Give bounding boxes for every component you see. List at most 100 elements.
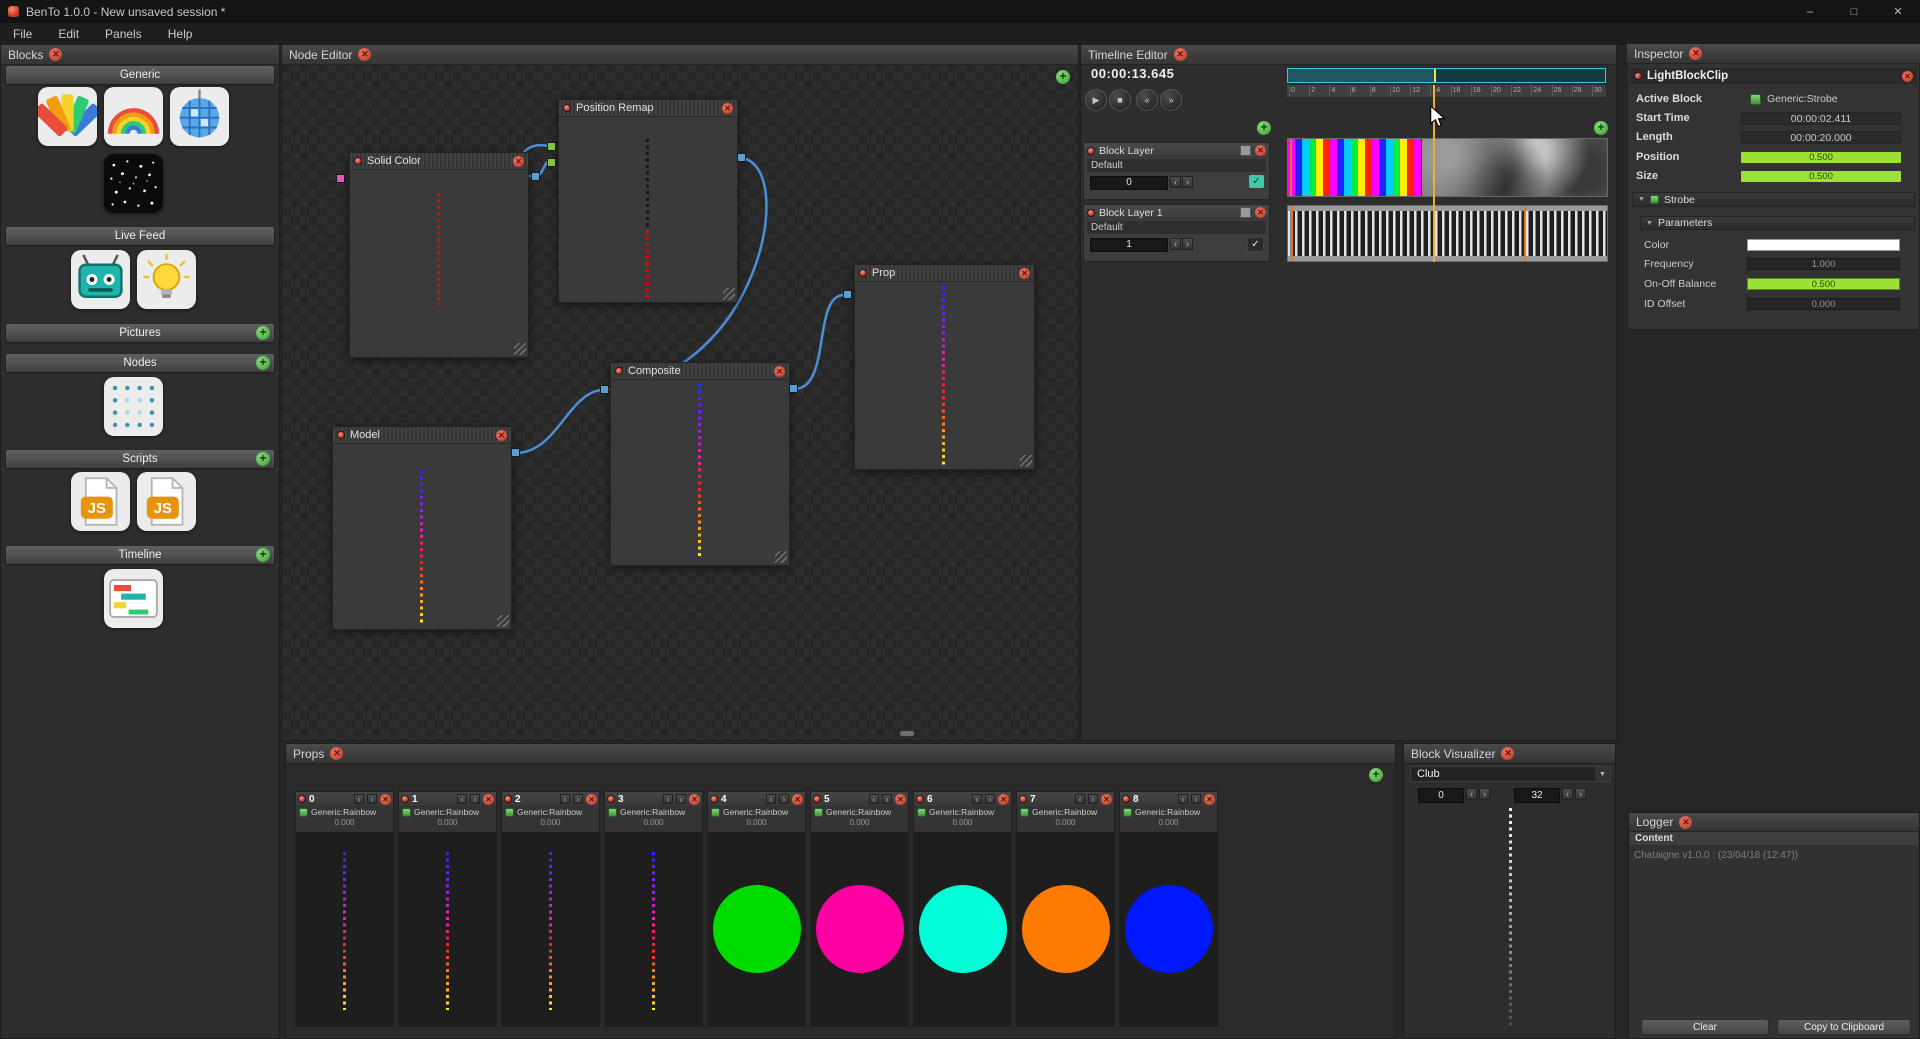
- prop-value[interactable]: 0.000: [605, 818, 702, 828]
- close-icon[interactable]: ✕: [330, 747, 344, 760]
- add-node-to-editor-button[interactable]: +: [1056, 70, 1070, 84]
- block-icon-script-2[interactable]: JS: [137, 472, 196, 531]
- layer-active-checkbox[interactable]: ✓: [1247, 237, 1264, 252]
- wire[interactable]: [515, 388, 602, 455]
- prop-header[interactable]: 8 ‹ › ✕: [1120, 792, 1217, 806]
- track-block-layer[interactable]: [1287, 138, 1608, 197]
- close-icon[interactable]: ✕: [1679, 815, 1693, 829]
- prop-card[interactable]: 8 ‹ › ✕ Generic:Rainbow 0.000: [1119, 791, 1218, 1027]
- noise-clip[interactable]: [1421, 139, 1607, 196]
- add-script-button[interactable]: +: [256, 452, 270, 466]
- prop-next-button[interactable]: ›: [573, 794, 583, 804]
- clip-marker[interactable]: [1291, 206, 1293, 261]
- prop-next-button[interactable]: ›: [367, 794, 377, 804]
- prop-enable-led[interactable]: [1019, 795, 1027, 803]
- prop-header[interactable]: 5 ‹ › ✕: [811, 792, 908, 806]
- section-timeline[interactable]: Timeline +: [6, 546, 274, 564]
- step-down-button[interactable]: ‹: [1170, 238, 1181, 250]
- close-icon[interactable]: ✕: [358, 48, 372, 61]
- parameters-section-header[interactable]: ▼ Parameters: [1640, 216, 1915, 230]
- prop-enable-led[interactable]: [298, 795, 306, 803]
- prop-value[interactable]: 0.000: [1120, 818, 1217, 828]
- prop-next-button[interactable]: ›: [882, 794, 892, 804]
- prop-card[interactable]: 2 ‹ › ✕ Generic:Rainbow 0.000: [501, 791, 600, 1027]
- port-out[interactable]: [789, 384, 798, 393]
- prop-enable-led[interactable]: [916, 795, 924, 803]
- timeline-overview[interactable]: [1287, 68, 1606, 83]
- strobe-section-header[interactable]: ▼ Strobe: [1632, 192, 1915, 207]
- layer-target-select[interactable]: Default: [1087, 159, 1266, 172]
- close-icon[interactable]: ✕: [49, 48, 63, 61]
- close-icon[interactable]: ✕: [722, 102, 733, 114]
- section-pictures[interactable]: Pictures +: [6, 324, 274, 342]
- layer-active-checkbox[interactable]: ✓: [1249, 175, 1264, 188]
- position-slider[interactable]: 0.500: [1741, 152, 1901, 163]
- chevron-down-icon[interactable]: ▼: [1595, 767, 1610, 781]
- prop-prev-button[interactable]: ‹: [1178, 794, 1188, 804]
- layer-card[interactable]: Block Layer 1 ✕ Default 1 ‹ › ✓: [1083, 204, 1270, 262]
- add-timeline-button[interactable]: +: [256, 548, 270, 562]
- prop-card[interactable]: 3 ‹ › ✕ Generic:Rainbow 0.000: [604, 791, 703, 1027]
- prop-value[interactable]: 0.000: [502, 818, 599, 828]
- maximize-button[interactable]: □: [1832, 0, 1876, 23]
- scrollbar-thumb[interactable]: [900, 731, 914, 736]
- layer-header[interactable]: Block Layer ✕: [1084, 143, 1269, 158]
- menu-panels[interactable]: Panels: [92, 23, 155, 44]
- id-offset-value[interactable]: 0.000: [1747, 298, 1900, 310]
- prop-header[interactable]: 4 ‹ › ✕: [708, 792, 805, 806]
- minimize-button[interactable]: –: [1788, 0, 1832, 23]
- track-block-layer-1[interactable]: [1287, 205, 1608, 262]
- node-header[interactable]: Model ✕: [333, 427, 511, 444]
- add-prop-button[interactable]: +: [1369, 768, 1383, 782]
- prop-next-button[interactable]: ›: [1191, 794, 1201, 804]
- prop-header[interactable]: 2 ‹ › ✕: [502, 792, 599, 806]
- collapse-icon[interactable]: ▼: [1638, 196, 1645, 203]
- node-editor-panel[interactable]: Solid Color ✕ Position Remap ✕ Model ✕ C…: [281, 44, 1079, 741]
- block-icon-color-fan[interactable]: [38, 87, 97, 146]
- active-block-value[interactable]: Generic:Strobe: [1767, 92, 1838, 107]
- layer-enable-led[interactable]: [1087, 208, 1095, 217]
- prop-enable-led[interactable]: [710, 795, 718, 803]
- close-icon[interactable]: ✕: [483, 793, 494, 805]
- port-out[interactable]: [737, 153, 746, 162]
- layer-target-select[interactable]: Default: [1087, 221, 1266, 234]
- node-header[interactable]: Composite ✕: [611, 363, 789, 380]
- close-icon[interactable]: ✕: [689, 793, 700, 805]
- overview-playhead[interactable]: [1434, 69, 1436, 82]
- port-color-in[interactable]: [336, 174, 345, 183]
- play-button[interactable]: ▶: [1085, 89, 1107, 111]
- block-icon-script-1[interactable]: JS: [71, 472, 130, 531]
- prop-header[interactable]: 6 ‹ › ✕: [914, 792, 1011, 806]
- close-icon[interactable]: ✕: [792, 793, 803, 805]
- node-enable-led[interactable]: [615, 367, 623, 375]
- block-icon-rainbow[interactable]: [104, 87, 163, 146]
- block-icon-noise[interactable]: [104, 154, 163, 213]
- close-icon[interactable]: ✕: [998, 793, 1009, 805]
- close-window-button[interactable]: ✕: [1876, 0, 1920, 23]
- section-nodes[interactable]: Nodes +: [6, 354, 274, 372]
- prop-value[interactable]: 0.000: [914, 818, 1011, 828]
- close-icon[interactable]: ✕: [895, 793, 906, 805]
- prop-enable-led[interactable]: [813, 795, 821, 803]
- port-in[interactable]: [547, 142, 556, 151]
- overview-view-range[interactable]: [1288, 69, 1434, 82]
- prop-card[interactable]: 7 ‹ › ✕ Generic:Rainbow 0.000: [1016, 791, 1115, 1027]
- close-icon[interactable]: ✕: [1255, 145, 1266, 156]
- node-header[interactable]: Solid Color ✕: [350, 153, 528, 170]
- resize-handle[interactable]: [775, 551, 787, 563]
- node-model[interactable]: Model ✕: [332, 426, 512, 630]
- add-node-button[interactable]: +: [256, 356, 270, 370]
- close-icon[interactable]: ✕: [1204, 793, 1215, 805]
- node-position-remap[interactable]: Position Remap ✕: [558, 99, 738, 303]
- prop-card[interactable]: 5 ‹ › ✕ Generic:Rainbow 0.000: [810, 791, 909, 1027]
- step-up-button[interactable]: ›: [1182, 238, 1193, 250]
- prop-select-dropdown[interactable]: Club ▼: [1410, 766, 1611, 782]
- range-min-field[interactable]: 0: [1418, 788, 1464, 803]
- prop-prev-button[interactable]: ‹: [663, 794, 673, 804]
- step-up-button[interactable]: ›: [1182, 176, 1193, 188]
- close-icon[interactable]: ✕: [1255, 207, 1266, 218]
- section-scripts[interactable]: Scripts +: [6, 450, 274, 468]
- prop-next-button[interactable]: ›: [779, 794, 789, 804]
- node-enable-led[interactable]: [563, 104, 571, 112]
- resize-handle[interactable]: [514, 343, 526, 355]
